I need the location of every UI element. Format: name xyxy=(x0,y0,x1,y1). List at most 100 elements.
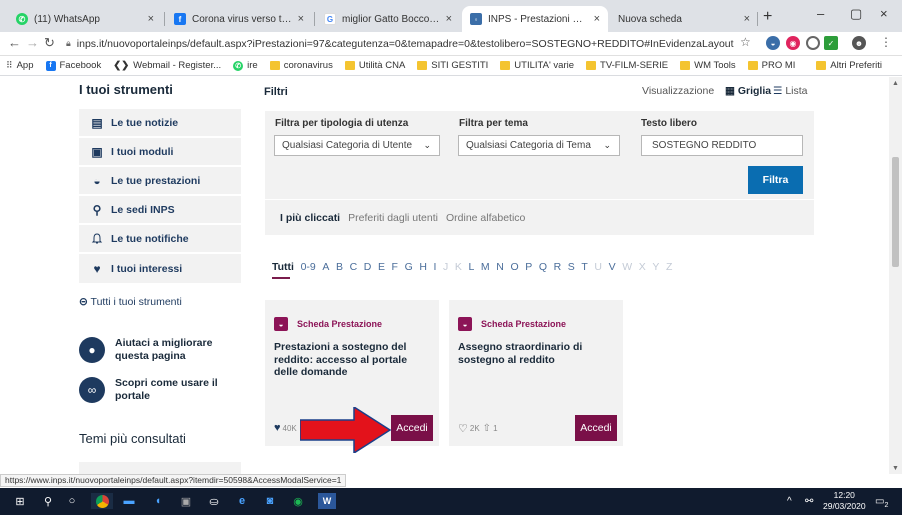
mail-icon[interactable]: ◙ xyxy=(262,493,278,509)
tab-google[interactable]: G miglior Gatto Bocconcini Pollo × xyxy=(316,6,460,32)
maximize-button[interactable]: ▢ xyxy=(850,6,862,22)
system-clock[interactable]: 12:20 29/03/2020 xyxy=(823,490,866,512)
bookmark-folder-siti-gestiti[interactable]: SITI GESTITI xyxy=(417,60,488,71)
alphabet-letter[interactable]: 0-9 xyxy=(301,261,316,273)
bookmark-ire[interactable]: ✆ ire xyxy=(233,60,258,71)
page-scrollbar[interactable]: ▲ ▼ xyxy=(889,77,902,474)
alphabet-letter[interactable]: B xyxy=(336,261,343,273)
internet-explorer-icon[interactable]: e xyxy=(234,493,250,509)
how-to-link[interactable]: ∞ Scopri come usare il portale xyxy=(79,377,240,403)
accedi-button[interactable]: Accedi xyxy=(391,415,433,441)
close-icon[interactable]: × xyxy=(744,13,750,25)
close-icon[interactable]: × xyxy=(594,13,600,25)
extension-icon[interactable] xyxy=(806,36,820,50)
card-title[interactable]: Assegno straordinario di sostegno al red… xyxy=(458,341,616,366)
tab-whatsapp[interactable]: ✆ (11) WhatsApp × xyxy=(8,6,162,32)
extension-icon[interactable]: ◉ xyxy=(786,36,800,50)
alphabet-letter[interactable]: F xyxy=(392,261,398,273)
accedi-button[interactable]: Accedi xyxy=(575,415,617,441)
bookmark-folder-wm-tools[interactable]: WM Tools xyxy=(680,60,736,71)
forward-arrow-icon[interactable]: → xyxy=(26,35,39,50)
tab-inps[interactable]: ◦ INPS - Prestazioni e Servizi - Ti × xyxy=(462,6,608,32)
file-explorer-icon[interactable]: ▬ xyxy=(121,493,137,509)
star-icon[interactable]: ☆ xyxy=(740,35,751,49)
chrome-icon[interactable] xyxy=(91,493,113,509)
word-icon[interactable]: W xyxy=(318,493,336,509)
bookmark-other[interactable]: Altri Preferiti xyxy=(816,60,882,71)
alphabet-letter[interactable]: M xyxy=(481,261,490,273)
temi-list-item[interactable] xyxy=(79,462,241,474)
chevron-up-icon[interactable]: ^ xyxy=(787,496,792,507)
sidebar-item-moduli[interactable]: ▣ I tuoi moduli xyxy=(79,138,241,167)
sidebar-item-interessi[interactable]: ♥ I tuoi interessi xyxy=(79,254,241,283)
all-tools-link[interactable]: ⊝ Tutti i tuoi strumenti xyxy=(79,296,182,308)
alphabet-letter[interactable]: L xyxy=(468,261,474,273)
alphabet-letter[interactable]: P xyxy=(525,261,532,273)
list-view-toggle[interactable]: ☰ Lista xyxy=(773,85,808,97)
alphabet-letter[interactable]: R xyxy=(554,261,562,273)
store-icon[interactable]: ⛀ xyxy=(206,493,222,509)
bookmark-folder-utilita-varie[interactable]: UTILITA' varie xyxy=(500,60,574,71)
close-icon[interactable]: × xyxy=(446,13,452,25)
bookmark-folder-tv-film-serie[interactable]: TV-FILM-SERIE xyxy=(586,60,668,71)
alphabet-letter[interactable]: E xyxy=(378,261,385,273)
alphabet-letter[interactable]: T xyxy=(581,261,587,273)
alphabet-letter[interactable]: I xyxy=(434,261,437,273)
alphabet-letter[interactable]: Q xyxy=(539,261,547,273)
calculator-icon[interactable]: ▣ xyxy=(178,493,194,509)
card-title[interactable]: Prestazioni a sostegno del reddito: acce… xyxy=(274,341,432,379)
alphabet-letter[interactable]: D xyxy=(364,261,372,273)
back-arrow-icon[interactable]: ← xyxy=(8,35,21,50)
edge-icon[interactable]: ◖ xyxy=(150,493,166,509)
close-window-button[interactable]: × xyxy=(880,6,888,21)
grid-view-toggle[interactable]: ▦ Griglia xyxy=(725,85,771,97)
bookmark-facebook[interactable]: f Facebook xyxy=(45,60,101,71)
windows-start-icon[interactable]: ⊞ xyxy=(12,493,28,509)
sidebar-item-notifiche[interactable]: Le tue notifiche xyxy=(79,225,241,254)
minimize-button[interactable]: – xyxy=(817,6,824,21)
filter-button[interactable]: Filtra xyxy=(748,166,803,194)
tab-most-clicked[interactable]: I più cliccati xyxy=(280,212,340,224)
bookmark-webmail[interactable]: ❮❯ Webmail - Register... xyxy=(113,60,221,71)
bookmark-folder-pro-mi[interactable]: PRO MI xyxy=(747,60,795,71)
user-type-select[interactable]: Qualsiasi Categoria di Utente ⌄ xyxy=(274,135,440,156)
spotify-icon[interactable]: ◉ xyxy=(290,493,306,509)
new-tab-button[interactable]: + xyxy=(763,8,772,26)
alphabet-letter[interactable]: G xyxy=(405,261,413,273)
alphabet-letter[interactable]: Tutti xyxy=(272,261,294,273)
alphabet-letter[interactable]: H xyxy=(419,261,427,273)
scroll-up-arrow-icon[interactable]: ▲ xyxy=(892,80,899,87)
alphabet-letter[interactable]: C xyxy=(350,261,358,273)
alphabet-letter[interactable]: O xyxy=(510,261,518,273)
bookmark-apps[interactable]: ⠿ App xyxy=(6,60,34,71)
result-card[interactable]: ◒ Scheda Prestazione Assegno straordinar… xyxy=(449,300,623,446)
sidebar-item-sedi[interactable]: ⚲ Le sedi INPS xyxy=(79,196,241,225)
network-icon[interactable]: ⚯ xyxy=(805,496,813,507)
scrollbar-thumb[interactable] xyxy=(892,157,899,267)
checkmark-extension-icon[interactable]: ✓ xyxy=(824,36,838,50)
close-icon[interactable]: × xyxy=(148,13,154,25)
alphabet-letter[interactable]: V xyxy=(609,261,616,273)
tab-user-favorites[interactable]: Preferiti dagli utenti xyxy=(348,212,438,224)
tab-facebook[interactable]: f Corona virus verso terremoto... × xyxy=(166,6,312,32)
feedback-link[interactable]: ● Aiutaci a migliorare questa pagina xyxy=(79,337,240,363)
alphabet-letter[interactable]: A xyxy=(322,261,329,273)
extension-icon[interactable]: ◒ xyxy=(766,36,780,50)
alphabet-letter[interactable]: S xyxy=(568,261,575,273)
alphabet-letter[interactable]: N xyxy=(496,261,504,273)
address-bar[interactable]: 🔒︎ inps.it/nuovoportaleinps/default.aspx… xyxy=(66,34,756,53)
profile-avatar[interactable]: ☻ xyxy=(852,36,866,50)
search-icon[interactable]: ⚲ xyxy=(40,493,56,509)
sidebar-item-notizie[interactable]: ▤ Le tue notizie xyxy=(79,109,241,138)
bookmark-folder-coronavirus[interactable]: coronavirus xyxy=(269,60,333,71)
scroll-down-arrow-icon[interactable]: ▼ xyxy=(892,465,899,472)
theme-select[interactable]: Qualsiasi Categoria di Tema ⌄ xyxy=(458,135,620,156)
close-icon[interactable]: × xyxy=(298,13,304,25)
tab-alphabetical[interactable]: Ordine alfabetico xyxy=(446,212,525,224)
notification-center-icon[interactable]: ▭2 xyxy=(875,496,888,509)
sidebar-item-prestazioni[interactable]: ◒ Le tue prestazioni xyxy=(79,167,241,196)
bookmark-folder-utilita-cna[interactable]: Utilità CNA xyxy=(344,60,405,71)
reload-icon[interactable]: ↻ xyxy=(44,35,55,51)
menu-dots-icon[interactable]: ⋮ xyxy=(880,35,892,49)
task-view-icon[interactable]: ○ xyxy=(64,493,80,509)
